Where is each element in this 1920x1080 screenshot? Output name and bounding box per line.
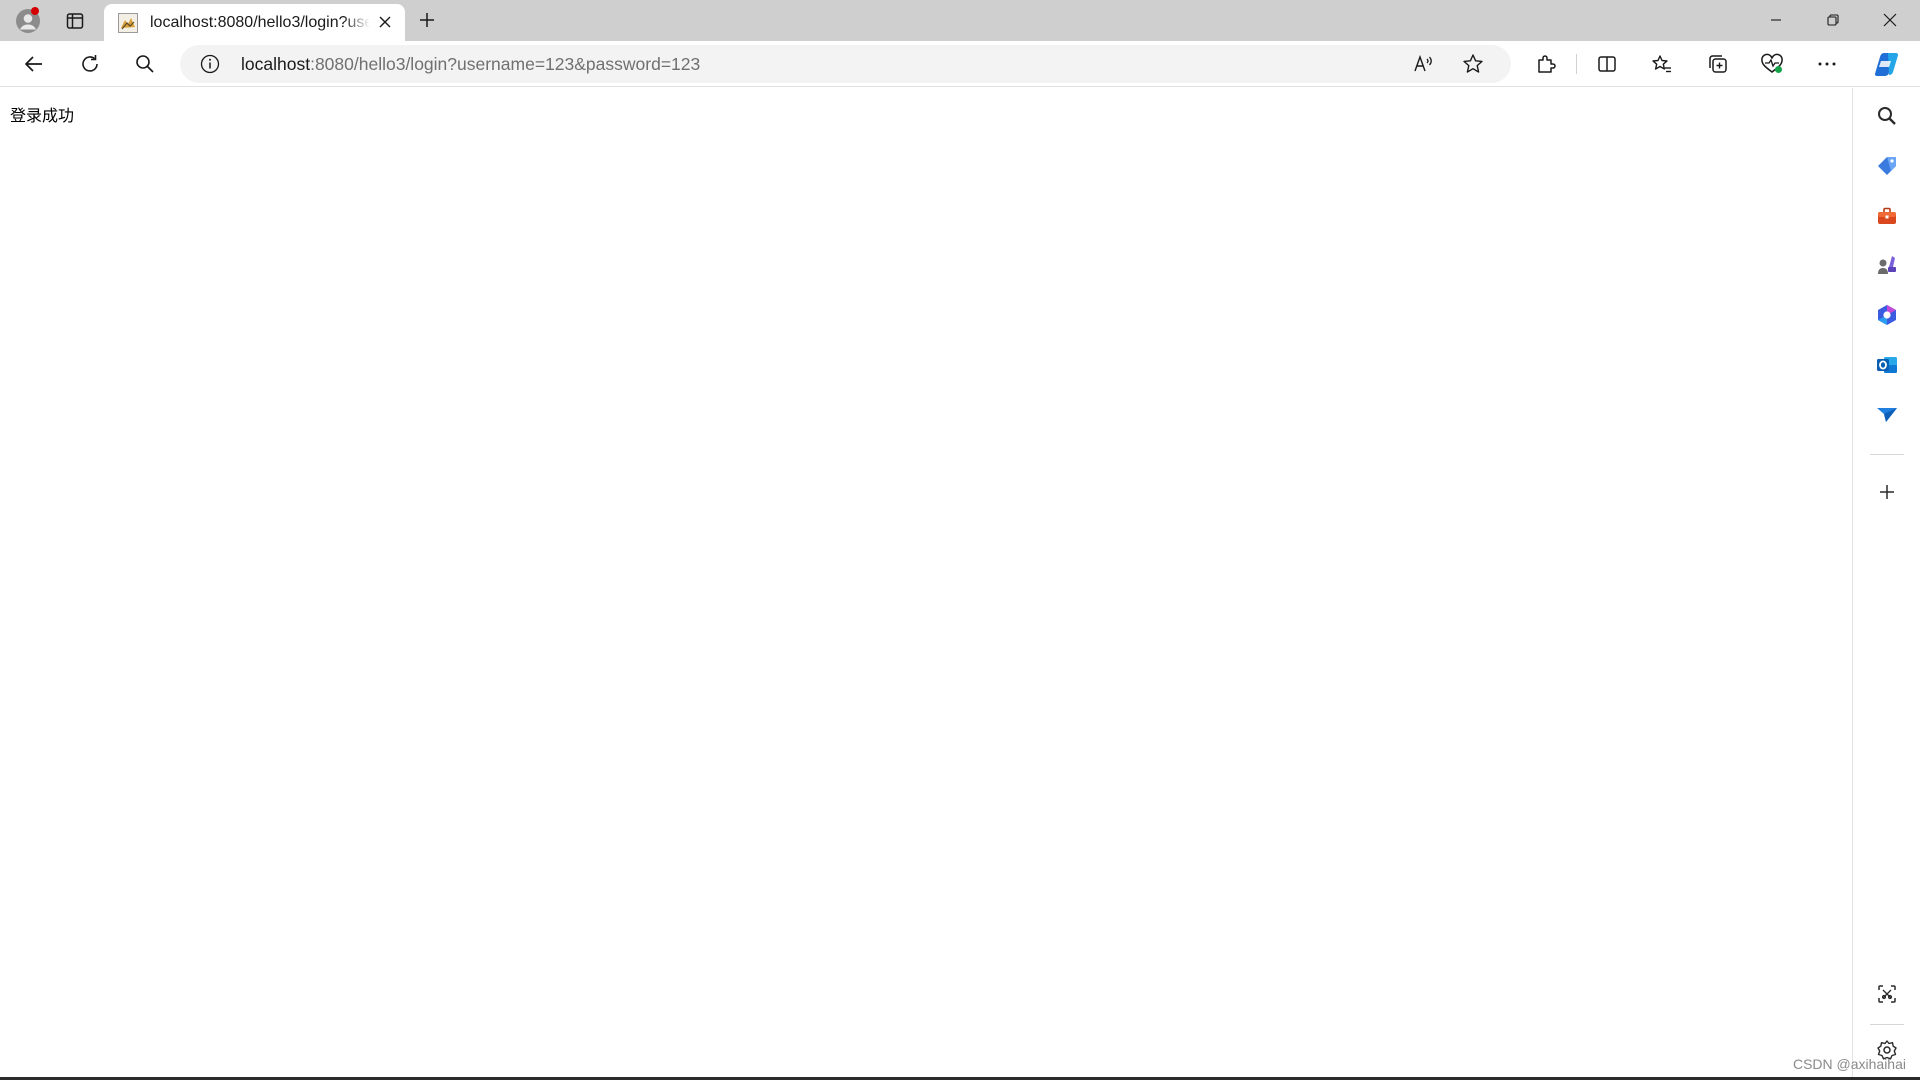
minimize-button[interactable]	[1748, 0, 1804, 40]
extensions-button[interactable]	[1528, 46, 1564, 82]
more-dots-icon	[1818, 62, 1836, 66]
sidebar-drop-button[interactable]	[1870, 398, 1904, 432]
close-window-button[interactable]	[1862, 0, 1918, 40]
sidebar-shopping-button[interactable]	[1870, 149, 1904, 183]
sidebar-games-button[interactable]	[1870, 248, 1904, 282]
collections-icon	[1709, 55, 1727, 73]
url-host: localhost	[241, 54, 311, 74]
sidebar-search-button[interactable]	[1870, 99, 1904, 133]
tab-actions-button[interactable]	[58, 7, 92, 35]
outlook-icon	[1877, 357, 1897, 373]
address-bar[interactable]: localhost:8080/hello3/login?username=123…	[180, 45, 1511, 83]
tab-strip: localhost:8080/hello3/login?username=123…	[0, 0, 1920, 41]
minimize-icon	[1771, 19, 1781, 21]
close-window-icon	[1883, 13, 1897, 27]
restore-button[interactable]	[1805, 0, 1861, 40]
settings-more-button[interactable]	[1809, 46, 1845, 82]
address-url[interactable]: localhost:8080/hello3/login?username=123…	[241, 54, 700, 75]
refresh-button[interactable]	[72, 46, 108, 82]
site-info-icon[interactable]	[200, 54, 220, 74]
back-button[interactable]	[16, 46, 52, 82]
tomcat-favicon-icon	[118, 12, 138, 33]
sidebar-office-button[interactable]	[1870, 298, 1904, 332]
search-button[interactable]	[127, 46, 163, 82]
profile-button[interactable]	[10, 7, 46, 35]
sidebar-outlook-button[interactable]	[1870, 348, 1904, 382]
sidebar-divider	[1870, 1024, 1904, 1025]
navigation-toolbar: localhost:8080/hello3/login?username=123…	[0, 41, 1920, 87]
search-icon	[1878, 107, 1896, 125]
games-icon	[1878, 256, 1896, 274]
copilot-button[interactable]	[1868, 46, 1904, 82]
browser-essentials-button[interactable]	[1754, 46, 1790, 82]
add-favorite-star-icon[interactable]	[1461, 52, 1485, 76]
collections-button[interactable]	[1700, 46, 1736, 82]
split-screen-icon	[1598, 56, 1616, 72]
heart-pulse-icon	[1761, 53, 1783, 73]
office-icon	[1878, 305, 1896, 325]
url-path: :8080/hello3/login?username=123&password…	[310, 54, 701, 74]
active-tab[interactable]: localhost:8080/hello3/login?username=123…	[104, 4, 405, 41]
close-icon	[379, 16, 391, 28]
add-icon	[1880, 485, 1894, 499]
vertical-tabs-icon	[66, 13, 84, 29]
copilot-icon	[1875, 53, 1898, 76]
screenshot-icon	[1878, 985, 1896, 1003]
tools-icon	[1878, 207, 1896, 224]
puzzle-extensions-icon	[1538, 55, 1556, 73]
login-success-message: 登录成功	[10, 108, 75, 125]
page-content: 登录成功	[0, 88, 1852, 1078]
read-aloud-icon[interactable]	[1412, 52, 1436, 76]
search-icon	[136, 55, 154, 73]
sidebar-divider	[1870, 454, 1904, 455]
notification-dot	[31, 7, 39, 15]
plus-icon	[420, 13, 434, 27]
favorites-button[interactable]	[1644, 46, 1680, 82]
refresh-icon	[82, 55, 98, 72]
send-icon	[1877, 408, 1897, 422]
sidebar-tools-button[interactable]	[1870, 199, 1904, 233]
watermark: CSDN @axihaihai	[1792, 1056, 1906, 1072]
tab-title: localhost:8080/hello3/login?username=123…	[150, 13, 370, 31]
sidebar-add-button[interactable]	[1870, 475, 1904, 509]
shopping-tag-icon	[1878, 157, 1896, 175]
favorites-list-icon	[1652, 55, 1671, 73]
sidebar-screenshot-button[interactable]	[1870, 977, 1904, 1011]
restore-icon	[1827, 14, 1839, 26]
toolbar-divider	[1576, 54, 1577, 74]
close-tab-button[interactable]	[373, 10, 397, 34]
back-arrow-icon	[25, 56, 42, 72]
split-screen-button[interactable]	[1589, 46, 1625, 82]
new-tab-button[interactable]	[412, 5, 442, 35]
edge-sidebar	[1852, 88, 1920, 1080]
